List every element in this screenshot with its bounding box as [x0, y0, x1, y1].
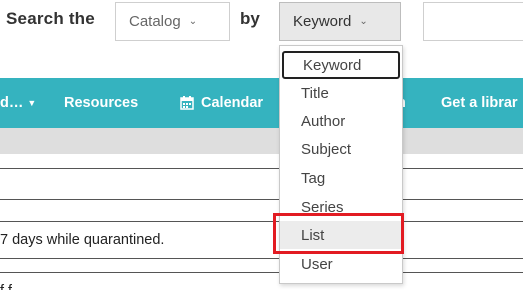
option-label: Tag [301, 169, 326, 187]
option-label: Title [301, 84, 329, 102]
divider [0, 272, 523, 273]
divider [0, 199, 523, 200]
notice-text: 7 days while quarantined. [0, 232, 165, 248]
calendar-icon [180, 96, 194, 110]
divider [0, 221, 523, 222]
option-label: User [301, 255, 333, 273]
option-author[interactable]: Author [280, 107, 402, 135]
search-type-select-value: Keyword [293, 13, 352, 30]
scope-select[interactable]: Catalog ⌄ [115, 2, 230, 41]
option-subject[interactable]: Subject [280, 135, 402, 163]
nav-item-label: Get a librar [441, 95, 518, 111]
scope-select-value: Catalog [129, 13, 181, 30]
by-label: by [240, 9, 260, 28]
option-tag[interactable]: Tag [280, 164, 402, 192]
nav-item-label: d… [0, 95, 24, 111]
divider [0, 258, 523, 259]
nav-item-calendar[interactable]: Calendar [180, 78, 263, 128]
option-label: Subject [301, 140, 352, 158]
chevron-down-icon: ⌄ [188, 16, 198, 27]
search-type-select[interactable]: Keyword ⌄ [279, 2, 401, 41]
option-label: Keyword [303, 56, 362, 74]
search-input[interactable] [423, 2, 523, 41]
divider [0, 168, 523, 169]
option-keyword[interactable]: Keyword [282, 51, 400, 79]
nav-item-get-library-card[interactable]: Get a librar [441, 78, 518, 128]
option-label: Author [301, 112, 346, 130]
search-label: Search the [6, 9, 95, 28]
option-title[interactable]: Title [280, 79, 402, 107]
nav-item-truncated[interactable]: d… ▼ [0, 78, 36, 128]
cut-text: f f [0, 282, 12, 290]
chevron-down-icon: ▼ [27, 98, 37, 108]
option-user[interactable]: User [280, 250, 402, 278]
chevron-down-icon: ⌄ [359, 16, 368, 27]
nav-item-label: Resources [64, 95, 139, 111]
nav-item-label: Calendar [201, 95, 264, 111]
main-nav: d… ▼ Resources Calendar h Get a librar [0, 78, 523, 128]
nav-item-resources[interactable]: Resources [64, 78, 138, 128]
grey-bar [0, 128, 523, 154]
highlight-annotation [273, 213, 404, 254]
